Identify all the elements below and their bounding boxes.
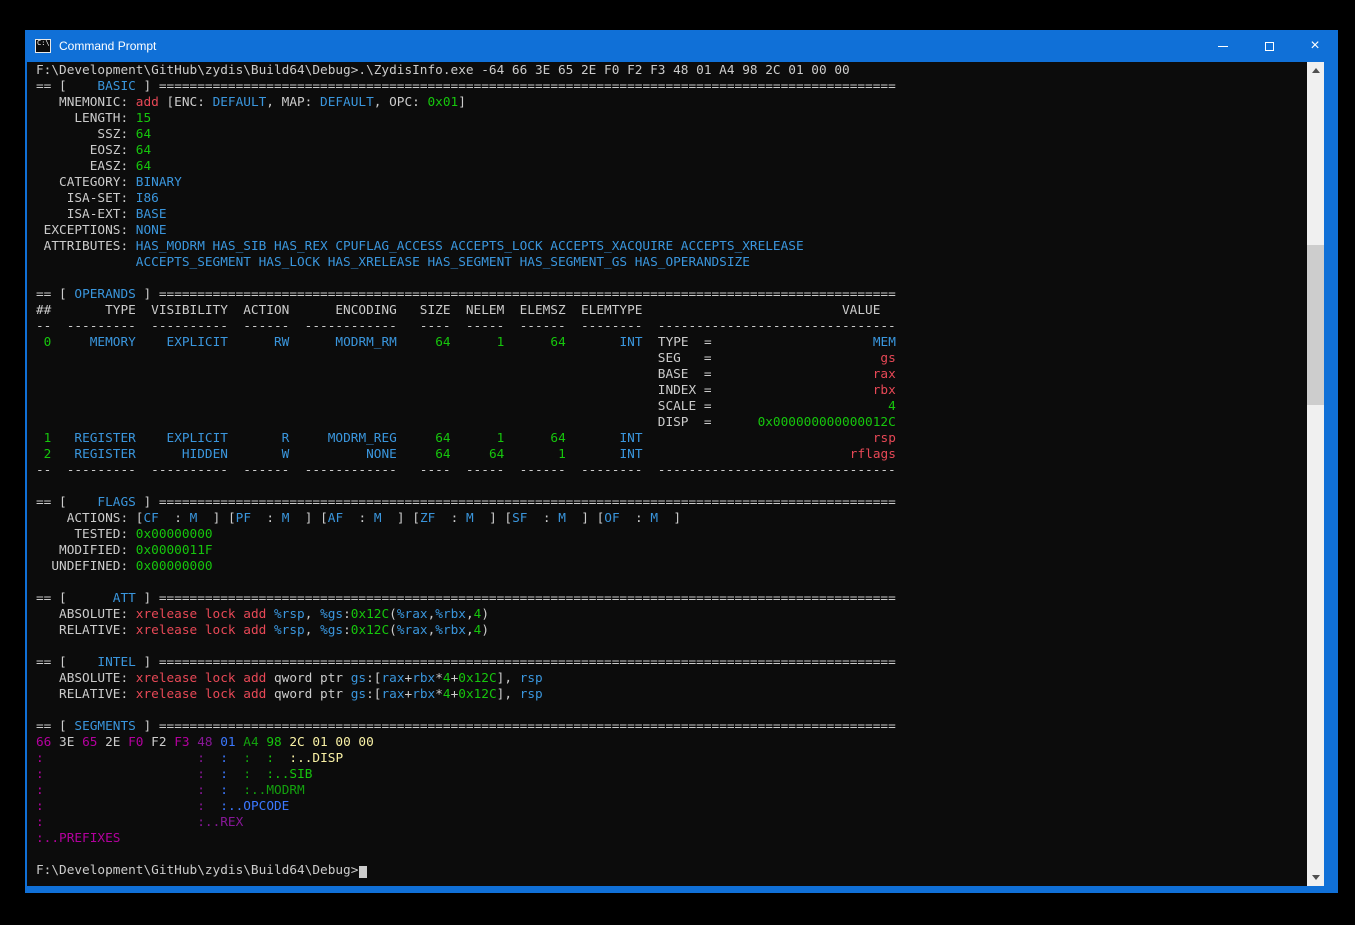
terminal-line: RELATIVE: xrelease lock add qword ptr gs… [36,687,1307,703]
terminal-line: ISA-SET: I86 [36,191,1307,207]
window-controls: × [1200,30,1338,62]
terminal-line: SCALE = 4 [36,399,1307,415]
terminal-line: -- --------- ---------- ------ ---------… [36,463,1307,479]
terminal-line: ## TYPE VISIBILITY ACTION ENCODING SIZE … [36,303,1307,319]
terminal-line: EOSZ: 64 [36,143,1307,159]
maximize-icon [1265,42,1274,51]
terminal-line: == [ FLAGS ] ===========================… [36,495,1307,511]
close-button[interactable]: × [1292,30,1338,62]
terminal-line: 66 3E 65 2E F0 F2 F3 48 01 A4 98 2C 01 0… [36,735,1307,751]
terminal-line: : : : :..MODRM [36,783,1307,799]
terminal-line: 1 REGISTER EXPLICIT R MODRM_REG 64 1 64 … [36,431,1307,447]
terminal-line: -- --------- ---------- ------ ---------… [36,319,1307,335]
terminal-line: TESTED: 0x00000000 [36,527,1307,543]
scroll-up-icon [1312,68,1320,73]
terminal-line [36,479,1307,495]
terminal-line: SSZ: 64 [36,127,1307,143]
terminal-line [36,703,1307,719]
terminal-line: 2 REGISTER HIDDEN W NONE 64 64 1 INT rfl… [36,447,1307,463]
terminal-line: ACTIONS: [CF : M ] [PF : M ] [AF : M ] [… [36,511,1307,527]
scrollbar[interactable] [1307,62,1324,886]
terminal-line: ACCEPTS_SEGMENT HAS_LOCK HAS_XRELEASE HA… [36,255,1307,271]
terminal-line: :..PREFIXES [36,831,1307,847]
terminal-line: : :..REX [36,815,1307,831]
terminal-line [36,575,1307,591]
terminal-line: INDEX = rbx [36,383,1307,399]
text-cursor [359,866,367,878]
scroll-down-icon [1312,875,1320,880]
terminal-line: : : : : :..SIB [36,767,1307,783]
terminal-line: ISA-EXT: BASE [36,207,1307,223]
minimize-button[interactable] [1200,30,1246,62]
scrollbar-thumb[interactable] [1307,245,1324,405]
terminal-line: SEG = gs [36,351,1307,367]
scroll-up-button[interactable] [1307,62,1324,79]
cmd-icon-label: C:\ [37,40,50,47]
terminal-line: CATEGORY: BINARY [36,175,1307,191]
terminal-line [36,847,1307,863]
window-title: Command Prompt [59,39,156,53]
terminal-line: == [ OPERANDS ] ========================… [36,287,1307,303]
terminal-line: 0 MEMORY EXPLICIT RW MODRM_RM 64 1 64 IN… [36,335,1307,351]
terminal-line: LENGTH: 15 [36,111,1307,127]
terminal-line [36,639,1307,655]
terminal-line: RELATIVE: xrelease lock add %rsp, %gs:0x… [36,623,1307,639]
terminal-line: EXCEPTIONS: NONE [36,223,1307,239]
scroll-down-button[interactable] [1307,869,1324,886]
scrollbar-track[interactable] [1307,79,1324,869]
terminal-line: MODIFIED: 0x0000011F [36,543,1307,559]
maximize-button[interactable] [1246,30,1292,62]
terminal-line: ABSOLUTE: xrelease lock add qword ptr gs… [36,671,1307,687]
cmd-icon: C:\ [35,39,51,53]
terminal-line: DISP = 0x000000000000012C [36,415,1307,431]
terminal-line: : : : : : :..DISP [36,751,1307,767]
console-output[interactable]: F:\Development\GitHub\zydis\Build64\Debu… [27,62,1307,886]
title-bar[interactable]: C:\ Command Prompt × [25,30,1338,62]
terminal-line: == [ ATT ] =============================… [36,591,1307,607]
minimize-icon [1218,46,1228,47]
terminal-line: == [ BASIC ] ===========================… [36,79,1307,95]
terminal-line: F:\Development\GitHub\zydis\Build64\Debu… [36,863,1307,879]
terminal-line: F:\Development\GitHub\zydis\Build64\Debu… [36,63,1307,79]
terminal-line: MNEMONIC: add [ENC: DEFAULT, MAP: DEFAUL… [36,95,1307,111]
desktop-background: { "window": { "title": "Command Prompt",… [0,0,1355,925]
terminal-line: == [ SEGMENTS ] ========================… [36,719,1307,735]
terminal-line: EASZ: 64 [36,159,1307,175]
command-prompt-window: C:\ Command Prompt × F:\Development\GitH… [25,30,1338,893]
terminal-line: ATTRIBUTES: HAS_MODRM HAS_SIB HAS_REX CP… [36,239,1307,255]
terminal-line: BASE = rax [36,367,1307,383]
close-icon: × [1310,38,1319,54]
terminal-line [36,271,1307,287]
terminal-line: ABSOLUTE: xrelease lock add %rsp, %gs:0x… [36,607,1307,623]
console-window-body: F:\Development\GitHub\zydis\Build64\Debu… [27,62,1324,886]
terminal-line: == [ INTEL ] ===========================… [36,655,1307,671]
terminal-line: : : :..OPCODE [36,799,1307,815]
terminal-line: UNDEFINED: 0x00000000 [36,559,1307,575]
